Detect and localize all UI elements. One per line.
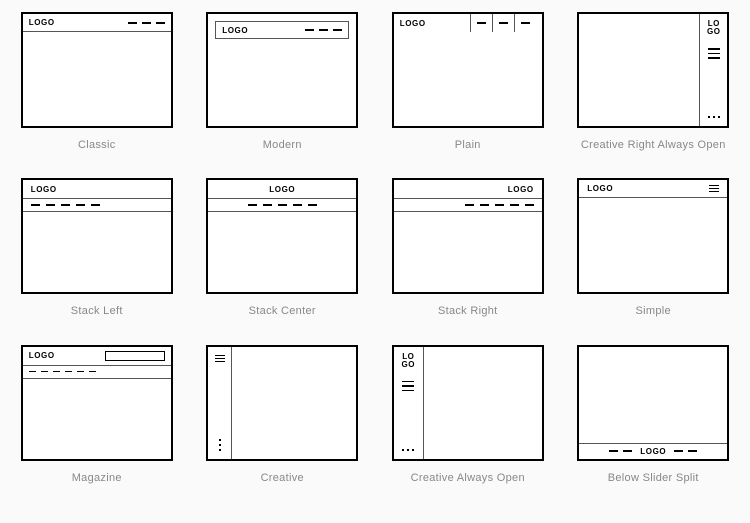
hamburger-icon: [215, 355, 225, 362]
logo-text: LOGO: [222, 26, 248, 35]
layout-option-creative[interactable]: Creative: [204, 345, 362, 485]
dots-icon: [219, 439, 221, 451]
nav-placeholder-icon: [609, 450, 632, 452]
layout-preview: [206, 345, 358, 461]
layout-label: Magazine: [72, 471, 122, 485]
nav-placeholder-icon: [470, 14, 536, 32]
logo-text: LOGO: [508, 185, 534, 194]
menu-icon: [402, 381, 414, 392]
layout-label: Below Slider Split: [608, 471, 699, 485]
nav-placeholder-icon: [208, 198, 356, 212]
layout-label: Plain: [455, 138, 481, 152]
layout-label: Simple: [636, 304, 671, 318]
layout-preview: LOGO: [206, 12, 358, 128]
logo-text: LOGO: [29, 351, 55, 360]
layout-option-creative-right-always-open[interactable]: LO GO Creative Right Always Open: [575, 12, 733, 152]
logo-text: LO GO: [402, 353, 415, 369]
search-box-icon: [105, 351, 165, 361]
logo-text: LOGO: [640, 447, 666, 456]
layout-preview: LOGO: [577, 345, 729, 461]
layout-preview: LOGO: [21, 12, 173, 128]
layout-preview: LOGO: [21, 178, 173, 294]
layout-option-stack-left[interactable]: LOGO Stack Left: [18, 178, 176, 318]
logo-text: LOGO: [31, 185, 57, 194]
header-layout-grid: LOGO Classic LOGO Modern LOGO: [0, 0, 750, 485]
logo-text: LOGO: [29, 18, 55, 27]
nav-placeholder-icon: [23, 198, 171, 212]
layout-preview: LO GO: [577, 12, 729, 128]
nav-placeholder-icon: [305, 29, 342, 31]
layout-label: Stack Center: [249, 304, 316, 318]
nav-placeholder-icon: [394, 198, 542, 212]
layout-label: Creative: [261, 471, 304, 485]
layout-option-plain[interactable]: LOGO Plain: [389, 12, 547, 152]
layout-option-below-slider-split[interactable]: LOGO Below Slider Split: [575, 345, 733, 485]
nav-placeholder-icon: [23, 365, 171, 379]
dots-icon: [708, 116, 720, 118]
layout-preview: LOGO: [21, 345, 173, 461]
layout-label: Stack Right: [438, 304, 498, 318]
layout-label: Modern: [263, 138, 302, 152]
layout-option-magazine[interactable]: LOGO Magazine: [18, 345, 176, 485]
layout-preview: LOGO: [392, 178, 544, 294]
layout-preview: LOGO: [392, 12, 544, 128]
dots-icon: [402, 449, 414, 451]
hamburger-icon: [709, 185, 719, 192]
layout-option-classic[interactable]: LOGO Classic: [18, 12, 176, 152]
layout-option-stack-center[interactable]: LOGO Stack Center: [204, 178, 362, 318]
layout-preview: LOGO: [206, 178, 358, 294]
layout-option-creative-always-open[interactable]: LO GO Creative Always Open: [389, 345, 547, 485]
layout-preview: LOGO: [577, 178, 729, 294]
nav-placeholder-icon: [128, 22, 165, 24]
logo-text: LO GO: [707, 20, 720, 36]
logo-text: LOGO: [400, 19, 426, 28]
layout-option-modern[interactable]: LOGO Modern: [204, 12, 362, 152]
layout-label: Classic: [78, 138, 116, 152]
layout-label: Creative Right Always Open: [581, 138, 726, 152]
layout-preview: LO GO: [392, 345, 544, 461]
logo-text: LOGO: [587, 184, 613, 193]
layout-option-stack-right[interactable]: LOGO Stack Right: [389, 178, 547, 318]
layout-label: Creative Always Open: [411, 471, 525, 485]
layout-option-simple[interactable]: LOGO Simple: [575, 178, 733, 318]
menu-icon: [708, 48, 720, 59]
nav-placeholder-icon: [674, 450, 697, 452]
layout-label: Stack Left: [71, 304, 123, 318]
logo-text: LOGO: [269, 185, 295, 194]
